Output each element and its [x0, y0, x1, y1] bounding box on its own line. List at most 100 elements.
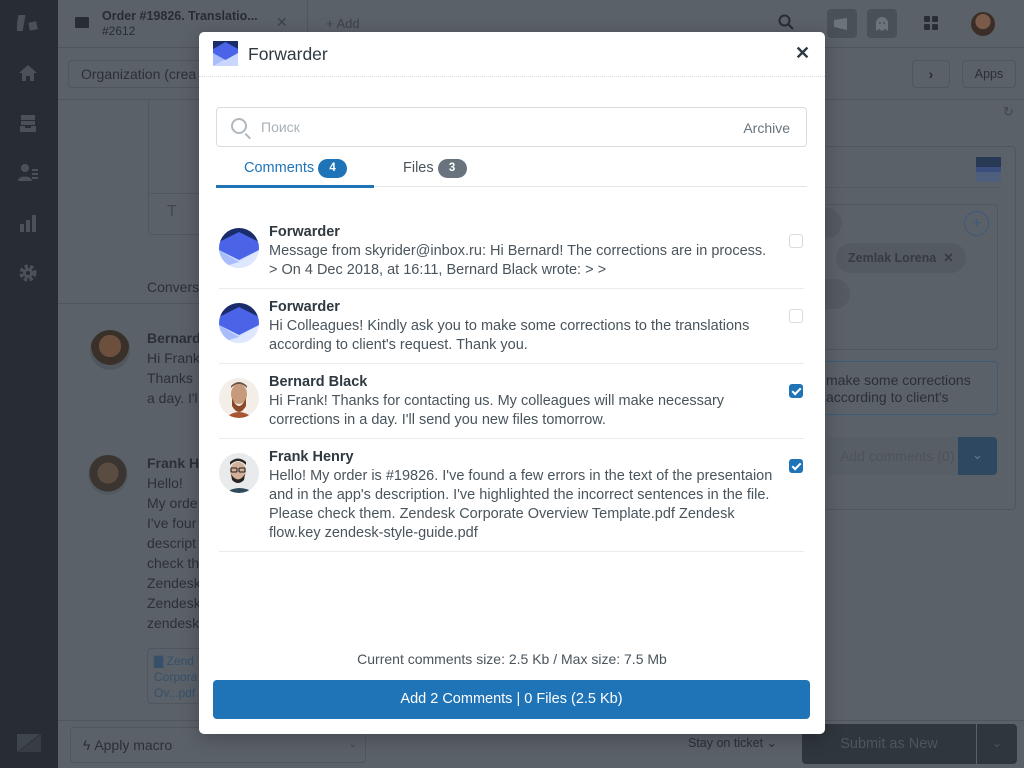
forwarder-app-logo-icon	[976, 157, 1001, 182]
modal-header: Forwarder ✕	[199, 32, 825, 77]
forwarder-avatar	[219, 303, 259, 343]
megaphone-icon[interactable]	[827, 9, 857, 38]
divider	[58, 303, 208, 304]
bg-line: check th	[147, 555, 200, 571]
chip-label: Zemlak Lorena	[848, 251, 937, 265]
active-tab-indicator	[216, 185, 374, 188]
comment-author: Forwarder	[269, 299, 340, 315]
comment-text: Hi Frank! Thanks for contacting us. My c…	[269, 393, 725, 428]
close-icon[interactable]: ✕	[795, 43, 810, 64]
forwarder-logo-icon	[213, 41, 238, 66]
bg-author: Bernard	[147, 330, 201, 346]
mail-icon	[75, 17, 89, 28]
remove-chip-icon[interactable]: ✕	[943, 251, 953, 265]
comment-preview: make some corrections according to clien…	[826, 361, 998, 415]
preview-line: make some corrections	[826, 372, 971, 388]
search-box: Archive	[216, 107, 807, 147]
comment-item[interactable]: Forwarder Hi Colleagues! Kindly ask you …	[219, 289, 804, 364]
bg-line: zendesk	[147, 615, 200, 631]
product-tray-grid-icon[interactable]	[924, 16, 938, 30]
admin-gear-icon[interactable]	[17, 262, 39, 284]
close-tab-icon[interactable]: ✕	[276, 14, 288, 31]
frank-avatar-bg	[88, 455, 128, 495]
preview-line: according to client's	[826, 389, 949, 405]
attachment-line: Zend	[166, 654, 194, 668]
divider	[826, 187, 1002, 188]
customers-icon[interactable]	[17, 162, 39, 184]
comment-text: Hi Colleagues! Kindly ask you to make so…	[269, 318, 750, 353]
macro-label: Apply macro	[94, 737, 173, 753]
tab-label: Files	[403, 160, 434, 176]
comment-item[interactable]: Frank Henry Hello! My order is #19826. I…	[219, 439, 804, 552]
bg-line: Zendesk	[147, 595, 201, 611]
bg-message-bernard: Bernard Hi Frank Thanks a day. I'l	[147, 328, 201, 408]
chevron-right-button[interactable]: ›	[912, 60, 950, 88]
add-comments-button[interactable]: Add 2 Comments | 0 Files (2.5 Kb)	[213, 680, 810, 719]
comment-item[interactable]: Forwarder Message from skyrider@inbox.ru…	[219, 214, 804, 289]
bg-author: Frank H	[147, 455, 200, 471]
text-format-icon[interactable]: T	[167, 203, 177, 221]
home-icon[interactable]	[17, 62, 39, 84]
add-comments-button-bg[interactable]: Add comments (0)	[826, 437, 958, 475]
comment-text: Message from skyrider@inbox.ru: Hi Berna…	[269, 243, 767, 278]
reporting-icon[interactable]	[17, 212, 39, 234]
comment-checkbox[interactable]	[789, 459, 803, 473]
bernard-avatar-bg	[90, 330, 130, 370]
add-recipient-icon[interactable]: +	[964, 211, 989, 236]
attachment-card[interactable]: ▇ Zend Corpora Ov...pdf	[147, 648, 202, 704]
comment-checkbox[interactable]	[789, 384, 803, 398]
zendesk-logo-icon[interactable]	[15, 12, 39, 34]
conversations-label: Convers	[147, 279, 200, 295]
ghost-icon[interactable]	[867, 9, 897, 38]
bg-line: Zendesk	[147, 575, 201, 591]
recipient-chip[interactable]: Zemlak Lorena ✕	[836, 243, 966, 273]
forwarder-modal: Forwarder ✕ Archive Comments4 Files3 For…	[199, 32, 825, 734]
attachment-line: Ov...pdf	[154, 686, 196, 700]
lightning-icon: ϟ	[83, 737, 91, 753]
product-sidebar	[0, 0, 58, 768]
views-icon[interactable]	[17, 112, 39, 134]
stay-on-ticket-dropdown[interactable]: Stay on ticket ⌄	[688, 735, 777, 750]
zendesk-z-icon[interactable]	[16, 732, 42, 754]
comment-item[interactable]: Bernard Black Hi Frank! Thanks for conta…	[219, 364, 804, 439]
comments-size-info: Current comments size: 2.5 Kb / Max size…	[357, 651, 667, 667]
modal-title: Forwarder	[248, 44, 328, 64]
search-input[interactable]	[261, 117, 701, 137]
user-avatar[interactable]	[971, 12, 995, 36]
bg-line: descript	[147, 535, 197, 551]
submit-button[interactable]: Submit as New	[802, 724, 976, 764]
files-count-badge: 3	[437, 159, 467, 178]
comment-text: Hello! My order is #19826. I've found a …	[269, 468, 773, 541]
submit-options-chevron-icon[interactable]: ⌄	[977, 724, 1017, 764]
tab-bar: Comments 4 Files 3	[216, 153, 807, 188]
bernard-black-avatar	[219, 378, 259, 418]
forwarder-avatar	[219, 228, 259, 268]
apps-button[interactable]: Apps	[962, 60, 1016, 88]
file-icon: ▇	[154, 654, 164, 668]
chevron-down-icon[interactable]: ⌄	[958, 437, 997, 475]
bg-line: a day. I'l	[147, 390, 198, 406]
bg-line: My orde	[147, 495, 198, 511]
tab-comments[interactable]: Comments 4	[244, 159, 348, 178]
bg-message-frank: Frank H Hello! My orde I've four descrip…	[147, 453, 201, 633]
comments-count-badge: 4	[318, 159, 348, 178]
tab-files[interactable]: Files 3	[403, 159, 467, 178]
bg-line: Thanks	[147, 370, 193, 386]
add-tab-button[interactable]: + Add	[326, 16, 360, 31]
comment-author: Forwarder	[269, 224, 340, 240]
tab-label: Comments	[244, 160, 315, 176]
bg-line: Hi Frank	[147, 350, 200, 366]
refresh-icon[interactable]: ↻	[1003, 104, 1014, 120]
ticket-tab-title: Order #19826. Translatio...	[102, 9, 258, 23]
ticket-tab-number: #2612	[102, 24, 136, 38]
comment-checkbox[interactable]	[789, 234, 803, 248]
bg-line: Hello!	[147, 475, 183, 491]
search-icon	[231, 118, 247, 134]
archive-toggle[interactable]: Archive	[743, 120, 790, 136]
comment-checkbox[interactable]	[789, 309, 803, 323]
attachment-line: Corpora	[154, 670, 198, 684]
comments-list: Forwarder Message from skyrider@inbox.ru…	[219, 214, 804, 552]
stay-label: Stay on ticket	[688, 736, 764, 750]
bg-line: I've four	[147, 515, 197, 531]
comment-author: Bernard Black	[269, 374, 368, 390]
